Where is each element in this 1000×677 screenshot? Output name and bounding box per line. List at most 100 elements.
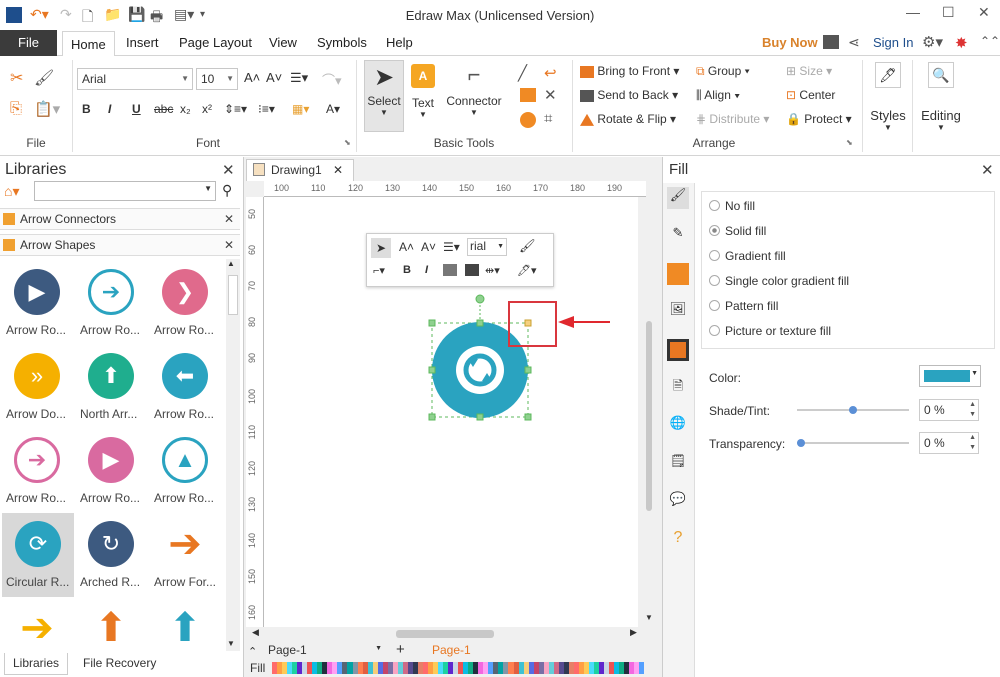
transparency-slider[interactable]: [797, 439, 909, 447]
canvas-horizontal-scrollbar[interactable]: ◀ ▶: [246, 627, 642, 641]
library-search-input[interactable]: ▼: [34, 181, 216, 201]
minimize-button[interactable]: —: [906, 4, 920, 20]
shrink-font-icon[interactable]: A˅: [266, 70, 282, 85]
bullets-icon[interactable]: ⁝≡▾: [258, 102, 275, 116]
library-shape-item[interactable]: ⬆: [76, 597, 146, 651]
center-button[interactable]: ⊡ Center: [786, 88, 835, 102]
layer-tab-icon[interactable]: [667, 339, 689, 361]
crop-icon[interactable]: ⌗: [544, 110, 552, 127]
grow-font-icon[interactable]: A˄: [244, 70, 260, 85]
maximize-button[interactable]: ☐: [942, 4, 955, 21]
connector-tool-button[interactable]: ⌐ Connector ▼: [444, 62, 504, 132]
library-shape-item[interactable]: ⬆: [150, 597, 220, 651]
close-document-icon[interactable]: ✕: [333, 160, 343, 180]
tab-page-layout[interactable]: Page Layout: [179, 30, 252, 56]
editing-button[interactable]: 🔍 Editing ▼: [918, 62, 964, 142]
line-tab-icon[interactable]: ✎: [667, 225, 689, 247]
paste-icon[interactable]: 📋▾: [34, 100, 60, 118]
help-tab-icon[interactable]: ?: [667, 529, 689, 551]
library-shape-item[interactable]: ▶ Arrow Ro...: [2, 261, 72, 341]
library-shape-item[interactable]: ⬅ Arrow Ro...: [150, 345, 220, 425]
libraries-bottom-tab[interactable]: Libraries: [4, 653, 68, 675]
italic-icon[interactable]: I: [108, 102, 111, 116]
mini-select-icon[interactable]: ➤: [371, 238, 391, 258]
mini-format-painter-icon[interactable]: 🖌: [519, 238, 536, 254]
tab-symbols[interactable]: Symbols: [317, 30, 367, 56]
cart-icon[interactable]: [823, 35, 839, 49]
protect-button[interactable]: 🔒 Protect ▾: [786, 112, 852, 126]
rotate-flip-button[interactable]: Rotate & Flip ▾: [580, 112, 676, 126]
hyperlink-tab-icon[interactable]: 🌐: [667, 415, 689, 437]
mini-back-icon[interactable]: [465, 264, 479, 276]
fill-option-solid-fill[interactable]: Solid fill: [709, 224, 766, 238]
home-icon[interactable]: ⌂▾: [4, 183, 19, 200]
font-size-select[interactable]: 10 ▼: [196, 68, 238, 90]
transparency-input[interactable]: 0 % ▲ ▼: [919, 432, 979, 454]
mini-distribute-icon[interactable]: ⇹▾: [485, 264, 500, 277]
tab-home[interactable]: Home: [62, 31, 115, 57]
fill-tab-icon[interactable]: 🖌: [667, 187, 689, 209]
mini-bold-icon[interactable]: B: [403, 264, 411, 276]
library-shape-item[interactable]: ➔ Arrow For...: [150, 513, 220, 593]
font-name-select[interactable]: Arial ▼: [77, 68, 193, 90]
tab-insert[interactable]: Insert: [126, 30, 159, 56]
color-picker[interactable]: ▼: [919, 365, 981, 387]
group-button[interactable]: ⧉ Group ▾: [696, 64, 750, 79]
library-shape-item[interactable]: » Arrow Do...: [2, 345, 72, 425]
line-spacing-icon[interactable]: ⇕≡▾: [224, 102, 247, 116]
library-shape-item[interactable]: ▶ Arrow Ro...: [76, 429, 146, 509]
comment-tab-icon[interactable]: 💬: [667, 491, 689, 513]
subscript-icon[interactable]: x₂: [180, 102, 191, 116]
library-shape-item[interactable]: ➔ Arrow Ro...: [2, 429, 72, 509]
highlight-icon[interactable]: ▦▾: [292, 102, 309, 116]
ellipse-icon[interactable]: [520, 112, 536, 128]
send-to-back-button[interactable]: Send to Back ▾: [580, 88, 678, 102]
size-button[interactable]: ⊞ Size ▾: [786, 64, 832, 78]
page-tab[interactable]: Page-1: [432, 643, 471, 657]
align-button[interactable]: ⫼ Align ▾: [696, 88, 740, 103]
mini-shrink-font-icon[interactable]: A˅: [421, 240, 436, 254]
fill-option-gradient-fill[interactable]: Gradient fill: [709, 249, 786, 263]
format-painter-icon[interactable]: 🖌: [34, 68, 54, 88]
library-shape-item[interactable]: ⬆ North Arr...: [76, 345, 146, 425]
buy-now-link[interactable]: Buy Now: [762, 35, 818, 50]
font-color-icon[interactable]: A▾: [326, 102, 340, 116]
styles-button[interactable]: 🖊 Styles ▼: [868, 62, 908, 142]
file-recovery-tab[interactable]: File Recovery: [83, 656, 156, 670]
bring-to-front-button[interactable]: Bring to Front ▾: [580, 64, 679, 78]
library-shape-item[interactable]: ➔: [2, 597, 72, 651]
close-libraries-icon[interactable]: ✕: [222, 161, 235, 179]
fill-option-single-color-gradient[interactable]: Single color gradient fill: [709, 274, 849, 288]
library-shape-item[interactable]: ▲ Arrow Ro...: [150, 429, 220, 509]
library-section-arrow-connectors[interactable]: Arrow Connectors ✕: [0, 208, 240, 230]
shadow-tab-icon[interactable]: [667, 263, 689, 285]
canvas-vertical-scrollbar[interactable]: ▼: [642, 197, 658, 627]
color-palette[interactable]: [272, 662, 645, 674]
fill-option-picture-texture[interactable]: Picture or texture fill: [709, 324, 831, 338]
document-tab[interactable]: Drawing1 ✕: [246, 159, 354, 181]
mini-grow-font-icon[interactable]: A˄: [399, 240, 414, 254]
text-direction-icon[interactable]: ⌒▾: [322, 70, 342, 89]
tab-help[interactable]: Help: [386, 30, 413, 56]
mini-italic-icon[interactable]: I: [425, 264, 428, 276]
close-window-button[interactable]: ✕: [978, 4, 990, 21]
mini-align-icon[interactable]: ☰▾: [443, 240, 460, 254]
tab-view[interactable]: View: [269, 30, 297, 56]
library-shape-item[interactable]: ⟳ Circular R...: [2, 513, 74, 597]
mini-connector-icon[interactable]: ⌐▾: [373, 264, 385, 277]
fill-option-no-fill[interactable]: No fill: [709, 199, 755, 213]
paragraph-align-icon[interactable]: ☰▾: [290, 70, 308, 86]
close-fill-panel-icon[interactable]: ✕: [981, 161, 994, 179]
sign-in-link[interactable]: Sign In: [873, 35, 913, 50]
drawing-page[interactable]: ➤ A˄ A˅ ☰▾ rial ▼ 🖌 ⌐▾ B I ⇹▾ 🖊▾: [264, 197, 638, 627]
rotate-handle[interactable]: [475, 294, 485, 304]
library-scrollbar[interactable]: ▲ ▼: [226, 259, 240, 651]
settings-icon[interactable]: ⚙▾: [922, 33, 943, 51]
distribute-button[interactable]: ⋕ Distribute ▾: [696, 112, 769, 126]
notes-tab-icon[interactable]: 🗒: [667, 453, 689, 475]
cut-icon[interactable]: ✂: [10, 68, 23, 88]
arrange-dialog-launcher[interactable]: ⬊: [846, 138, 853, 147]
curve-icon[interactable]: ↩: [544, 64, 557, 82]
underline-icon[interactable]: U: [132, 102, 141, 116]
library-search-icon[interactable]: ⚲: [222, 182, 232, 199]
